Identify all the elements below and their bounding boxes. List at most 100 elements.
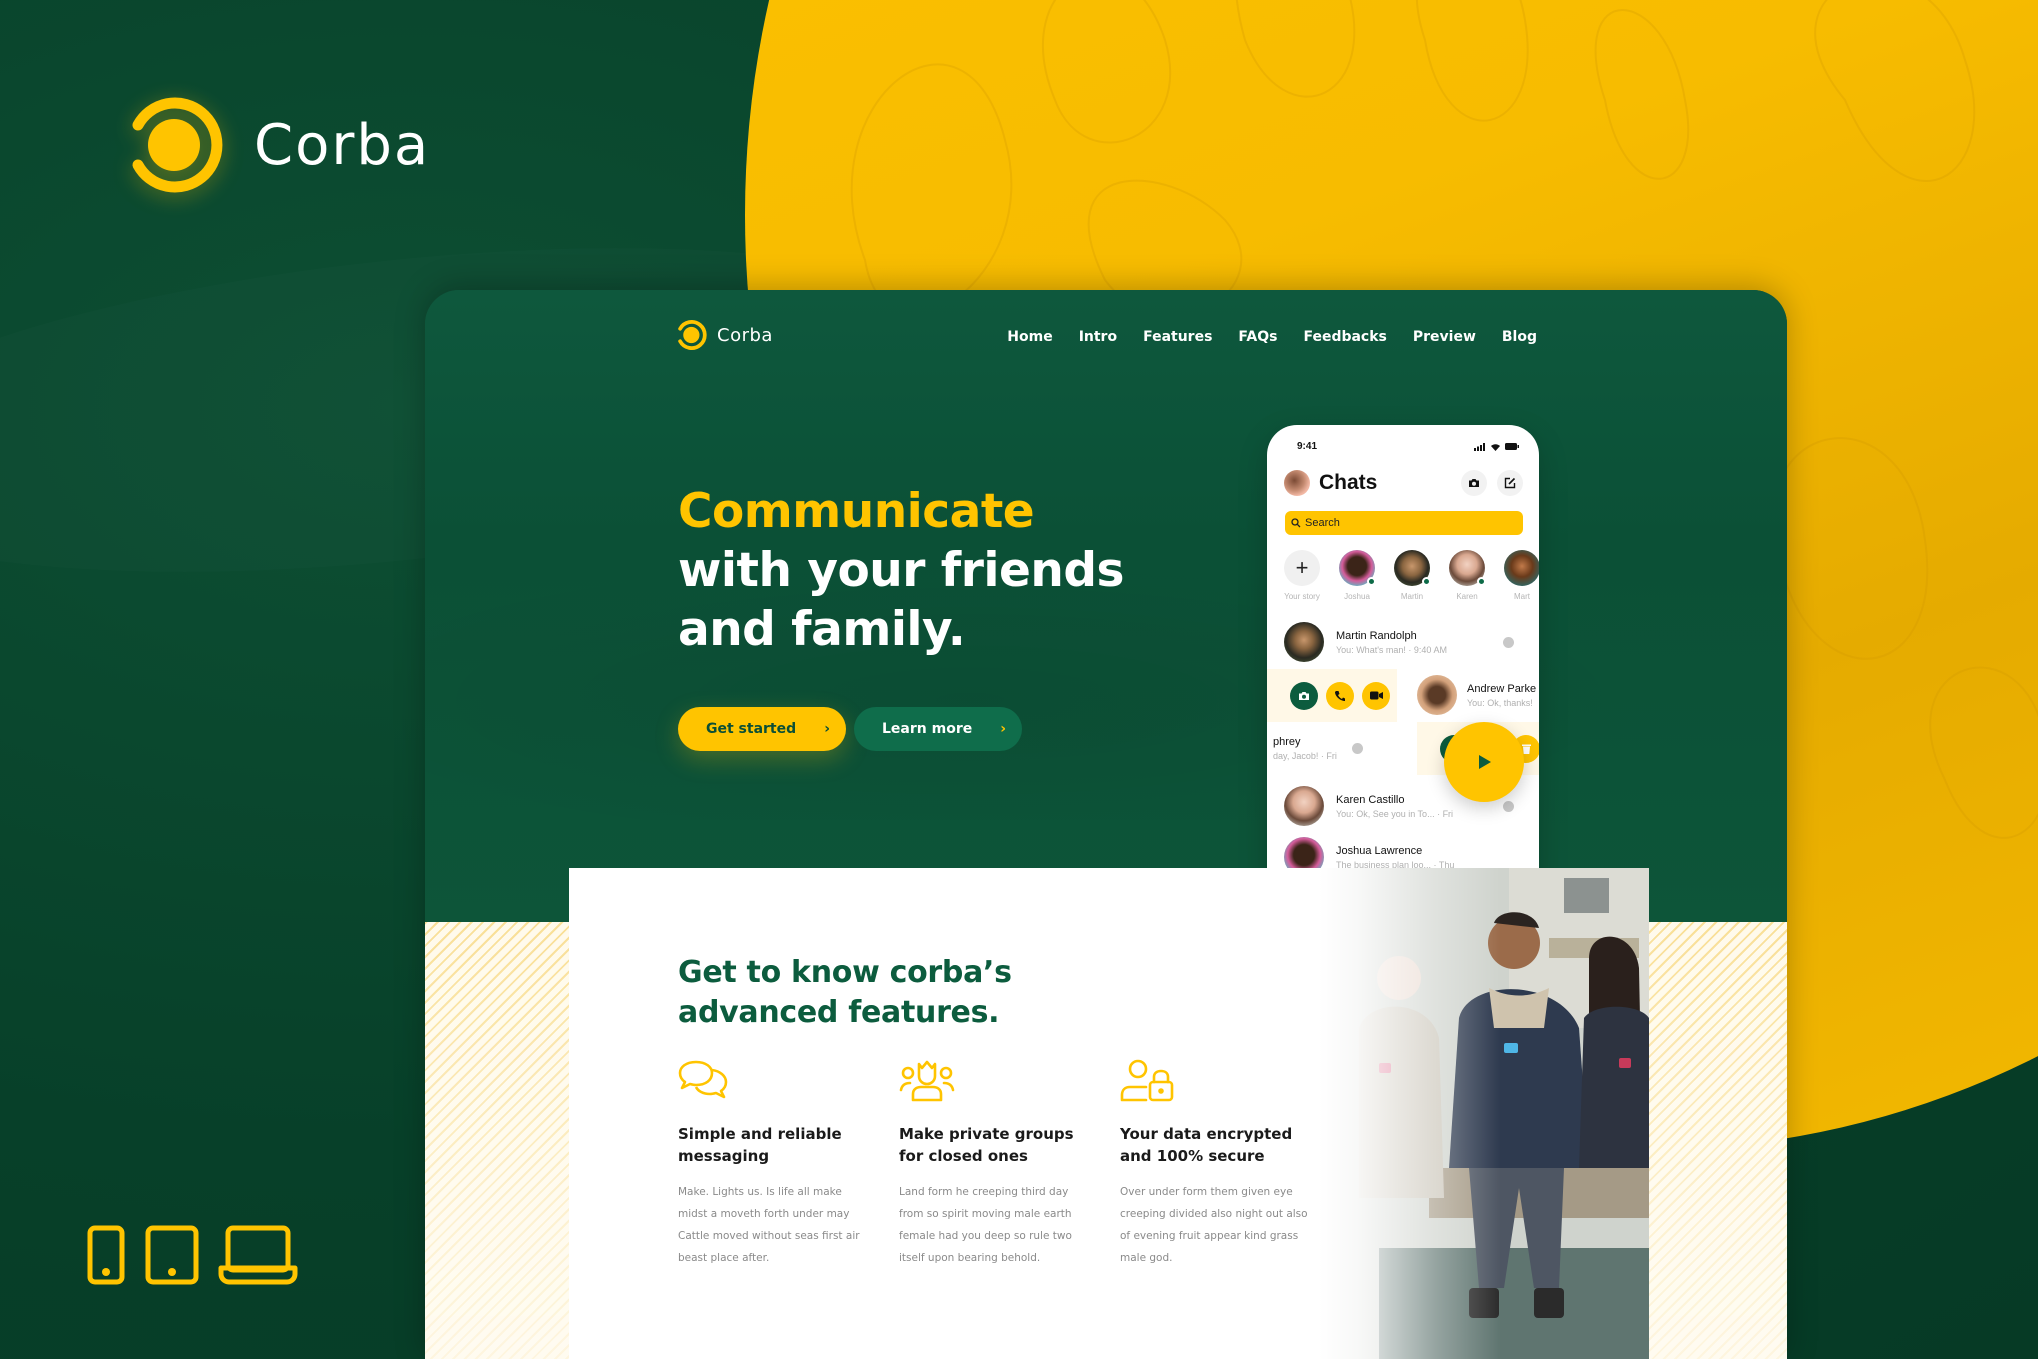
nav-link-blog[interactable]: Blog (1502, 329, 1537, 345)
call-action-button[interactable] (1326, 681, 1354, 710)
chat-preview: You: What's man! · 9:40 AM (1336, 644, 1447, 655)
chat-preview: You: Ok, See you in To... · Fri (1336, 808, 1454, 819)
user-avatar[interactable] (1284, 470, 1310, 496)
site-logo[interactable]: Corba (677, 319, 773, 351)
nav-link-preview[interactable]: Preview (1413, 329, 1476, 345)
feature-description: Land form he creeping third day from so … (899, 1186, 1072, 1264)
compose-button[interactable] (1497, 470, 1523, 496)
feature-title-line: Simple and reliable (678, 1125, 842, 1143)
play-video-button[interactable] (1444, 722, 1524, 802)
feature-description: Over under form them given eye creeping … (1120, 1186, 1308, 1264)
chat-list-item[interactable]: Martin Randolph You: What's man! · 9:40 … (1284, 618, 1539, 666)
unread-indicator (1503, 636, 1514, 648)
chat-bubbles-icon (678, 1060, 728, 1099)
chat-preview: day, Jacob! · Fri (1273, 750, 1337, 761)
story-avatar (1449, 550, 1486, 586)
story-name: Karen (1456, 592, 1478, 601)
feature-item: Make private groups for closed ones Land… (899, 1058, 1089, 1269)
nav-links: Home Intro Features FAQs Feedbacks Previ… (1007, 329, 1537, 345)
chats-title: Chats (1319, 471, 1378, 494)
online-indicator (1477, 577, 1486, 586)
hero-headline: Communicate with your friends and family… (678, 482, 1124, 659)
learn-more-label: Learn more (882, 721, 973, 737)
nav-link-features[interactable]: Features (1143, 329, 1212, 345)
play-icon (1479, 755, 1491, 769)
showcase-logo: Corba (128, 95, 430, 195)
features-title: Get to know corba’s advanced features. (678, 953, 1012, 1033)
story-add[interactable]: + Your story (1281, 550, 1323, 601)
feature-title-line: and 100% secure (1120, 1147, 1265, 1165)
corba-logo-icon (678, 320, 707, 350)
story-name: Mart (1514, 592, 1530, 601)
story-avatar (1339, 550, 1376, 586)
friends-photo (1319, 868, 1649, 1359)
unread-indicator (1352, 742, 1363, 754)
chat-avatar (1284, 786, 1324, 826)
hero-cta-group: Get started › Learn more › (678, 707, 1022, 751)
swipe-actions-left (1267, 669, 1397, 722)
tablet-icon (145, 1225, 199, 1285)
get-started-label: Get started (706, 721, 797, 737)
story-avatar (1504, 550, 1539, 586)
feature-description: Make. Lights us. Is life all make midst … (678, 1186, 860, 1264)
chat-list-item[interactable]: Andrew Parke You: Ok, thanks! (1417, 671, 1539, 719)
corba-logo-icon (132, 97, 223, 193)
story-item[interactable]: Karen (1446, 550, 1488, 601)
story-item[interactable]: Mart (1501, 550, 1539, 601)
features-section: Get to know corba’s advanced features. S… (569, 868, 1649, 1359)
nav-link-home[interactable]: Home (1007, 329, 1052, 345)
chat-name: Andrew Parke (1467, 682, 1537, 695)
laptop-icon (218, 1225, 298, 1285)
nav-link-faqs[interactable]: FAQs (1238, 329, 1277, 345)
story-name: Joshua (1344, 592, 1370, 601)
wifi-icon (1491, 443, 1500, 451)
video-action-button[interactable] (1362, 681, 1390, 710)
headline-line-2: with your friends (678, 543, 1124, 598)
user-lock-icon (1120, 1059, 1174, 1102)
plus-icon: + (1284, 550, 1320, 586)
signal-icon (1474, 442, 1485, 451)
camera-action-button[interactable] (1290, 681, 1318, 710)
unread-indicator (1503, 800, 1514, 812)
feature-title: Your data encrypted and 100% secure (1120, 1123, 1310, 1167)
learn-more-button[interactable]: Learn more › (854, 707, 1022, 751)
chat-search-input[interactable]: Search (1285, 511, 1523, 535)
chat-preview: You: Ok, thanks! (1467, 697, 1533, 708)
feature-item: Your data encrypted and 100% secure Over… (1120, 1058, 1310, 1269)
online-indicator (1422, 577, 1431, 586)
chat-name: Martin Randolph (1336, 629, 1417, 642)
camera-icon (1299, 691, 1309, 700)
chat-name: Karen Castillo (1336, 793, 1405, 806)
camera-icon (1469, 479, 1479, 487)
feature-title: Simple and reliable messaging (678, 1123, 868, 1167)
site-navbar: Corba Home Intro Features FAQs Feedbacks… (677, 310, 1537, 360)
nav-link-feedbacks[interactable]: Feedbacks (1303, 329, 1386, 345)
stories-row: + Your story Joshua Martin Karen Mart (1281, 550, 1539, 601)
story-avatar (1394, 550, 1431, 586)
search-icon (1291, 518, 1301, 528)
story-name: Martin (1400, 592, 1424, 601)
compose-icon (1504, 477, 1516, 489)
chats-header: Chats (1284, 470, 1523, 496)
chat-name: Joshua Lawrence (1336, 844, 1423, 857)
photo-fade-overlay (1319, 868, 1649, 1359)
phone-call-icon (1335, 690, 1345, 701)
feature-title-line: Your data encrypted (1120, 1125, 1293, 1143)
phone-time: 9:41 (1297, 441, 1318, 452)
chat-avatar (1284, 622, 1324, 662)
chevron-right-icon: › (824, 721, 830, 737)
search-placeholder: Search (1305, 517, 1340, 529)
features-title-line-2: advanced features. (678, 995, 1000, 1030)
story-item[interactable]: Joshua (1336, 550, 1378, 601)
phone-icon (87, 1225, 125, 1285)
chevron-right-icon: › (1000, 721, 1006, 737)
get-started-button[interactable]: Get started › (678, 707, 846, 751)
camera-button[interactable] (1461, 470, 1487, 496)
headline-highlight: Communicate (678, 484, 1035, 539)
site-brand-name: Corba (717, 324, 773, 346)
video-icon (1369, 691, 1383, 700)
device-icons (86, 1224, 298, 1286)
nav-link-intro[interactable]: Intro (1079, 329, 1117, 345)
chat-name: phrey (1273, 735, 1301, 748)
story-item[interactable]: Martin (1391, 550, 1433, 601)
